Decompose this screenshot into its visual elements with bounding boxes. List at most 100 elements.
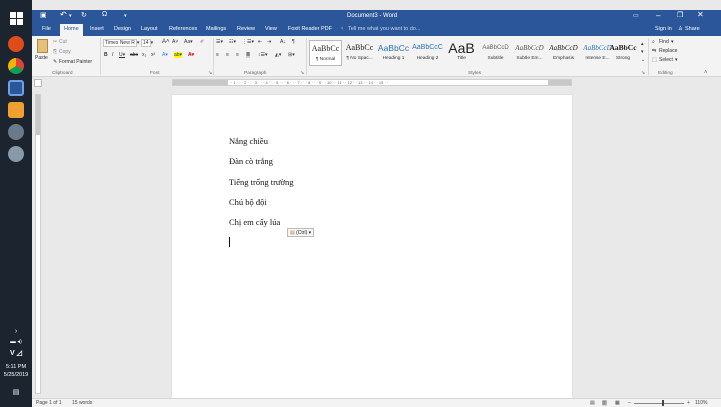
undo-dropdown-icon[interactable]: ▾ bbox=[69, 13, 72, 19]
taskbar-date[interactable]: 5/25/2019 bbox=[0, 372, 32, 379]
copy-icon[interactable]: ⎘ bbox=[53, 49, 57, 55]
style-subtitle[interactable]: AaBbCcD Subtitle bbox=[479, 40, 512, 66]
zoom-in-icon[interactable]: + bbox=[687, 400, 690, 406]
save-icon[interactable]: ▣ bbox=[40, 11, 47, 19]
zoom-slider[interactable] bbox=[634, 400, 684, 406]
paste-options-button[interactable]: ▤ (Ctrl) ▾ bbox=[287, 228, 315, 237]
tab-design[interactable]: Design bbox=[114, 26, 131, 32]
document-line[interactable]: Chị em cấy lúa bbox=[229, 217, 280, 227]
justify-icon[interactable]: ≣ bbox=[246, 52, 251, 58]
web-layout-icon[interactable]: ▦ bbox=[615, 400, 620, 406]
minimize-icon[interactable]: – bbox=[656, 11, 660, 20]
align-center-icon[interactable]: ≡ bbox=[226, 52, 229, 58]
line-spacing-icon[interactable]: ↕☰▾ bbox=[258, 52, 268, 58]
tab-home[interactable]: Home bbox=[60, 24, 83, 36]
style-normal[interactable]: AaBbCc ¶ Normal bbox=[309, 40, 342, 66]
clear-formatting-icon[interactable]: ✐ bbox=[200, 39, 204, 45]
bold-icon[interactable]: B bbox=[104, 52, 108, 58]
zoom-slider-thumb[interactable] bbox=[662, 400, 664, 406]
firefox-icon[interactable] bbox=[8, 36, 24, 52]
read-mode-icon[interactable]: ▤ bbox=[590, 400, 595, 406]
align-right-icon[interactable]: ≡ bbox=[236, 52, 239, 58]
document-line[interactable]: Chú bộ đội bbox=[229, 197, 267, 207]
shading-icon[interactable]: ◭▾ bbox=[275, 52, 281, 58]
restore-icon[interactable]: ❐ bbox=[677, 11, 683, 19]
bullets-icon[interactable]: ☰▾ bbox=[216, 39, 223, 45]
windows-start-icon[interactable] bbox=[8, 10, 24, 26]
word-taskbar-icon[interactable] bbox=[8, 80, 24, 96]
file-explorer-icon[interactable] bbox=[8, 102, 24, 118]
page-count[interactable]: Page 1 of 1 bbox=[36, 400, 62, 406]
notifications-icon[interactable]: ▤ bbox=[0, 388, 32, 396]
show-hidden-icons-chevron-icon[interactable]: › bbox=[0, 328, 32, 335]
format-painter-icon[interactable]: ✎ bbox=[53, 59, 57, 65]
tab-foxit-reader-pdf[interactable]: Foxit Reader PDF bbox=[288, 26, 332, 32]
input-method-icon[interactable]: V ◿ bbox=[0, 349, 32, 357]
font-name-dropdown[interactable]: Times New R ▾ bbox=[103, 39, 139, 47]
taskbar-time[interactable]: 5:11 PM bbox=[0, 364, 32, 371]
highlight-icon[interactable]: ab▾ bbox=[174, 52, 183, 58]
tab-review[interactable]: Review bbox=[237, 26, 255, 32]
select-button[interactable]: Select bbox=[659, 57, 673, 63]
align-left-icon[interactable]: ≡ bbox=[216, 52, 219, 58]
customize-qat-icon[interactable]: ▾ bbox=[124, 13, 127, 19]
style-no-spacing[interactable]: AaBbCc ¶ No Spac... bbox=[343, 40, 376, 66]
omega-symbol-icon[interactable]: Ω bbox=[102, 11, 107, 18]
copy-button[interactable]: Copy bbox=[59, 49, 71, 55]
style-heading-2[interactable]: AaBbCcC Heading 2 bbox=[411, 40, 444, 66]
tab-layout[interactable]: Layout bbox=[141, 26, 158, 32]
style-strong[interactable]: AaBbCc Strong bbox=[607, 40, 639, 66]
paste-button[interactable]: Paste bbox=[35, 55, 48, 61]
chrome-icon[interactable] bbox=[8, 58, 24, 74]
print-layout-icon[interactable]: ▥ bbox=[602, 400, 607, 406]
tab-mailings[interactable]: Mailings bbox=[206, 26, 226, 32]
format-painter-button[interactable]: Format Painter bbox=[59, 59, 92, 65]
style-heading-1[interactable]: AaBbCc Heading 1 bbox=[377, 40, 410, 66]
vertical-ruler[interactable] bbox=[35, 94, 41, 394]
shrink-font-icon[interactable]: A˅ bbox=[172, 39, 178, 45]
cut-icon[interactable]: ✂ bbox=[53, 39, 57, 45]
document-line[interactable]: Nắng chiều bbox=[229, 136, 268, 146]
tab-insert[interactable]: Insert bbox=[90, 26, 104, 32]
app-icon[interactable] bbox=[8, 124, 24, 140]
show-hide-marks-icon[interactable]: ¶ bbox=[292, 39, 295, 45]
replace-button[interactable]: Replace bbox=[659, 48, 677, 54]
superscript-icon[interactable]: x² bbox=[151, 52, 155, 58]
find-icon[interactable]: ⌕ bbox=[652, 39, 655, 45]
italic-icon[interactable]: I bbox=[112, 52, 113, 58]
styles-dialog-launcher-icon[interactable]: ↘ bbox=[641, 71, 645, 76]
font-dialog-launcher-icon[interactable]: ↘ bbox=[208, 71, 212, 76]
share-button[interactable]: Share bbox=[685, 26, 700, 32]
style-subtle-emphasis[interactable]: AaBbCcD Subtle Em... bbox=[513, 40, 546, 66]
share-icon[interactable]: ♙ bbox=[678, 26, 683, 32]
collapse-ribbon-icon[interactable]: ˄ bbox=[704, 70, 708, 76]
font-size-dropdown[interactable]: 14 ▾ bbox=[141, 39, 153, 47]
select-dropdown-icon[interactable]: ▾ bbox=[675, 57, 678, 63]
ribbon-display-options-icon[interactable]: ▭ bbox=[633, 12, 639, 19]
strikethrough-icon[interactable]: abc bbox=[130, 52, 138, 58]
decrease-indent-icon[interactable]: ⇤ bbox=[258, 39, 262, 45]
document-line[interactable]: Tiếng trống trường bbox=[229, 177, 294, 187]
redo-icon[interactable]: ↻ bbox=[81, 11, 87, 19]
styles-scroll-down-icon[interactable]: ▾ bbox=[641, 49, 644, 55]
app-icon-2[interactable] bbox=[8, 146, 24, 162]
find-dropdown-icon[interactable]: ▾ bbox=[671, 39, 674, 45]
select-icon[interactable]: ⬚ bbox=[652, 57, 657, 63]
multilevel-list-icon[interactable]: ⋮☰▾ bbox=[242, 39, 254, 45]
underline-icon[interactable]: U▾ bbox=[119, 52, 125, 58]
styles-more-icon[interactable]: ⌄ bbox=[641, 57, 645, 63]
tab-file[interactable]: File bbox=[42, 26, 51, 32]
numbering-icon[interactable]: ☷▾ bbox=[229, 39, 236, 45]
cut-button[interactable]: Cut bbox=[59, 39, 67, 45]
style-emphasis[interactable]: AaBbCcD Emphasis bbox=[547, 40, 580, 66]
close-icon[interactable]: ✕ bbox=[697, 10, 704, 19]
replace-icon[interactable]: ⇆ bbox=[652, 48, 656, 54]
font-color-icon[interactable]: A▾ bbox=[188, 52, 194, 58]
zoom-out-icon[interactable]: – bbox=[628, 400, 631, 406]
document-page[interactable]: Nắng chiều Đàn cò trắng Tiếng trống trườ… bbox=[172, 95, 572, 398]
grow-font-icon[interactable]: A˄ bbox=[162, 39, 170, 45]
text-effects-icon[interactable]: A▾ bbox=[162, 52, 168, 58]
paragraph-dialog-launcher-icon[interactable]: ↘ bbox=[300, 71, 304, 76]
tab-selector-button[interactable] bbox=[34, 79, 42, 87]
document-line[interactable]: Đàn cò trắng bbox=[229, 156, 273, 166]
